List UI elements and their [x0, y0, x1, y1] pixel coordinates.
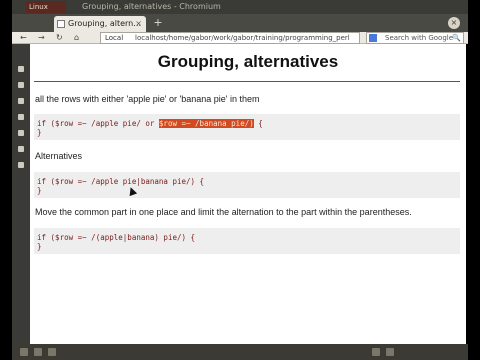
paragraph-either: all the rows with either 'apple pie' or …: [35, 94, 260, 104]
page-content: Grouping, alternatives all the rows with…: [30, 44, 466, 344]
tab-bar: Grouping, altern… × + ×: [12, 14, 468, 32]
paragraph-common-part: Move the common part in one place and li…: [35, 207, 412, 217]
taskbar-item[interactable]: [34, 348, 42, 356]
code-close-brace: }: [37, 242, 42, 251]
launcher-doc-icon[interactable]: [18, 114, 24, 120]
launcher-gear-icon[interactable]: [18, 82, 24, 88]
code-pre: if ($row =~ /apple pie/ or: [37, 119, 159, 128]
page-icon: [57, 20, 65, 28]
launcher-share-icon[interactable]: [18, 98, 24, 104]
title-divider: [34, 81, 460, 82]
window-close-button[interactable]: ×: [448, 17, 460, 29]
search-icon[interactable]: 🔍: [452, 33, 461, 43]
tab-close-icon[interactable]: ×: [135, 16, 142, 32]
tab-grouping-alternatives[interactable]: Grouping, altern… ×: [54, 16, 146, 32]
launcher-sidebar: [12, 44, 30, 344]
url-scheme-label: Local: [105, 34, 124, 42]
code-selection: $row =~ /banana pie/): [158, 119, 254, 128]
taskbar-item[interactable]: [386, 348, 394, 356]
screen: Linux Grouping, alternatives - Chromium …: [0, 0, 480, 360]
back-button[interactable]: ←: [20, 32, 27, 44]
tab-label: Grouping, altern…: [68, 19, 142, 28]
taskbar-item[interactable]: [20, 348, 28, 356]
window-titlebar: Linux Grouping, alternatives - Chromium: [12, 0, 468, 14]
code-block-or: if ($row =~ /apple pie/ or $row =~ /bana…: [34, 114, 460, 140]
code-block-alternation: if ($row =~ /apple pie|banana pie/) { }: [34, 172, 460, 198]
code-post: {: [253, 119, 263, 128]
app-logo: Linux: [26, 1, 66, 13]
launcher-mail-icon[interactable]: [18, 162, 24, 168]
paragraph-alternatives: Alternatives: [35, 151, 83, 161]
google-icon: [369, 34, 377, 42]
navigation-bar: ← → ↻ ⌂ Local localhost/home/gabor/work/…: [12, 32, 468, 44]
code-close-brace: }: [37, 128, 42, 137]
home-button[interactable]: ⌂: [74, 32, 79, 44]
code-line-1: if ($row =~ /apple pie|banana pie/) {: [37, 177, 205, 186]
page-title: Grouping, alternatives: [157, 52, 339, 71]
window-title: Grouping, alternatives - Chromium: [82, 2, 221, 11]
taskbar-item[interactable]: [372, 348, 380, 356]
search-placeholder: Search with Google: [385, 34, 454, 42]
new-tab-button[interactable]: +: [152, 17, 164, 29]
address-bar[interactable]: Local localhost/home/gabor/work/gabor/tr…: [100, 32, 360, 44]
reload-button[interactable]: ↻: [56, 32, 63, 44]
url-text[interactable]: localhost/home/gabor/work/gabor/training…: [135, 33, 357, 43]
taskbar-item[interactable]: [48, 348, 56, 356]
code-block-grouped: if ($row =~ /(apple|banana) pie/) { }: [34, 228, 460, 254]
forward-button[interactable]: →: [38, 32, 45, 44]
search-input[interactable]: Search with Google 🔍: [366, 32, 464, 44]
code-close-brace: }: [37, 186, 42, 195]
taskbar: [12, 344, 468, 360]
launcher-pen-icon[interactable]: [18, 130, 24, 136]
code-line-1: if ($row =~ /apple pie/ or $row =~ /bana…: [37, 119, 263, 128]
launcher-close-icon[interactable]: [18, 66, 24, 72]
launcher-home-icon[interactable]: [18, 146, 24, 152]
code-line-1: if ($row =~ /(apple|banana) pie/) {: [37, 233, 196, 242]
